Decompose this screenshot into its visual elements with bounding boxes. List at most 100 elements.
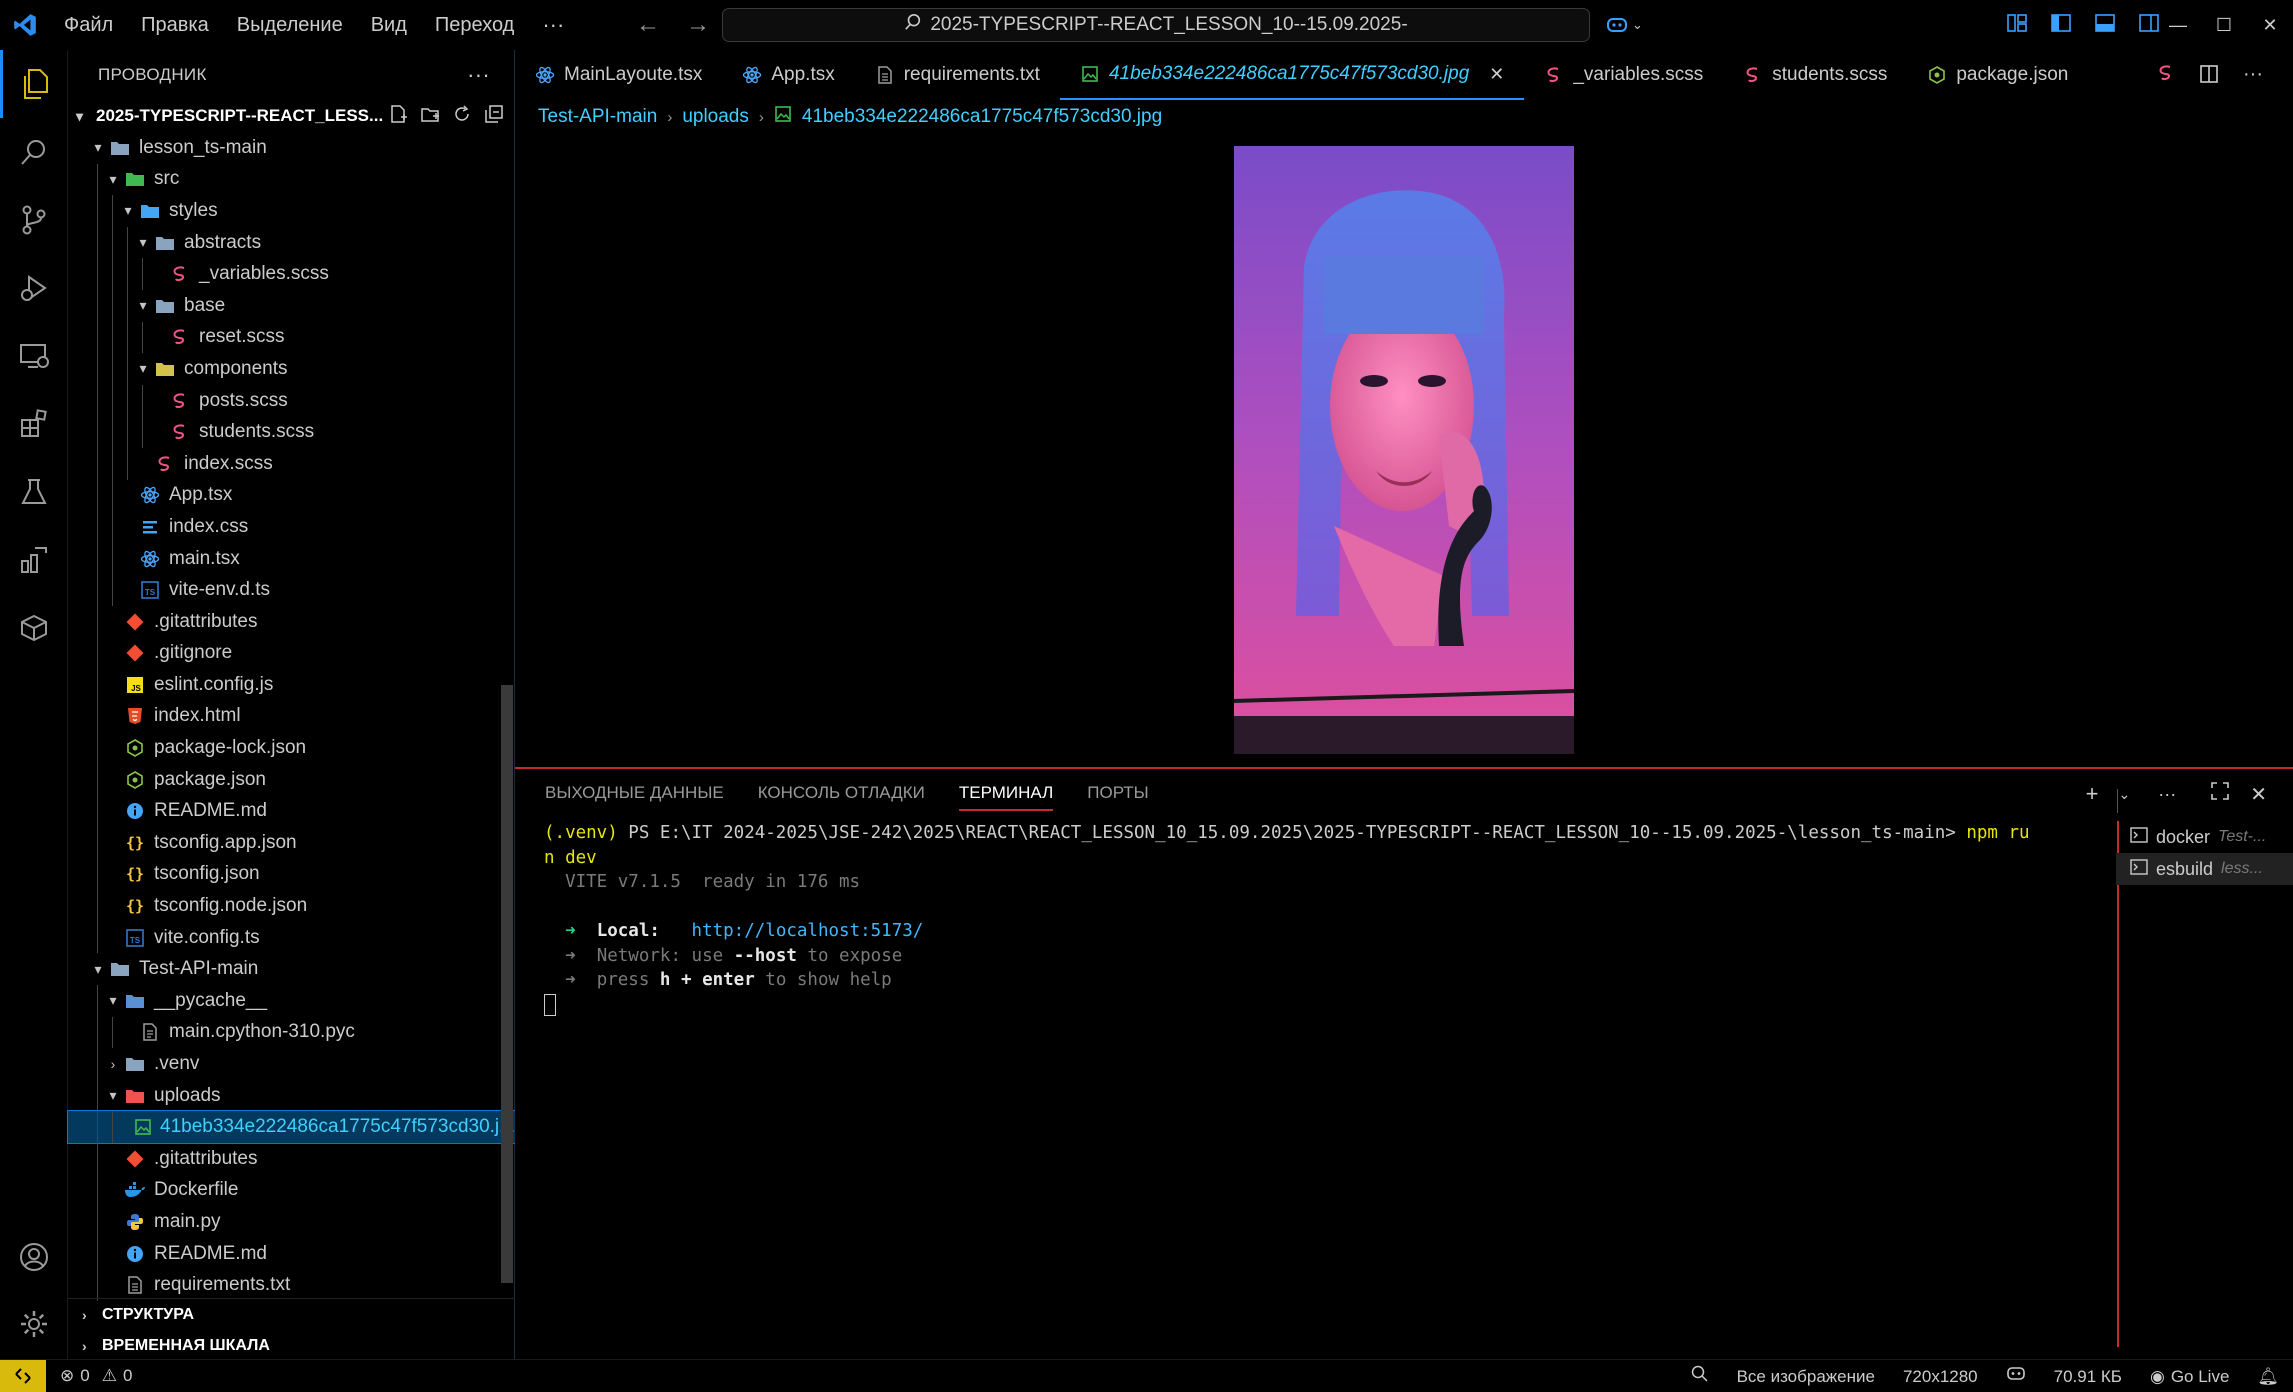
tree-file[interactable]: .gitattributes — [68, 1143, 515, 1175]
account-icon[interactable] — [0, 1223, 68, 1291]
close-icon[interactable]: ✕ — [2247, 0, 2293, 50]
problems-indicator[interactable]: ⊗ 0 ⚠ 0 — [60, 1366, 132, 1386]
maximize-panel-icon[interactable] — [2210, 781, 2230, 807]
tree-file[interactable]: _variables.scss — [68, 258, 515, 290]
tree-file[interactable]: students.scss — [68, 416, 515, 448]
editor-tab[interactable]: 41beb334e222486ca1775c47f573cd30.jpg ✕ — [1059, 50, 1525, 100]
tree-file[interactable]: index.css — [68, 511, 515, 543]
chevron-down-icon[interactable]: ⌄ — [2119, 786, 2131, 803]
menu-edit[interactable]: Правка — [127, 0, 223, 50]
tab-terminal[interactable]: ТЕРМИНАЛ — [958, 783, 1054, 811]
tree-file[interactable]: index.scss — [68, 447, 515, 480]
split-editor-icon[interactable] — [2199, 64, 2219, 90]
tree-file[interactable]: {} tsconfig.json — [68, 858, 515, 891]
sass-icon[interactable] — [2157, 64, 2175, 90]
new-file-icon[interactable] — [388, 104, 408, 124]
breadcrumb-folder[interactable]: uploads — [682, 106, 749, 128]
tree-file[interactable]: README.md — [68, 1237, 515, 1270]
tree-folder[interactable]: ▾ abstracts — [68, 226, 515, 259]
tree-folder[interactable]: ▾ styles — [68, 195, 515, 227]
breadcrumb-file[interactable]: 41beb334e222486ca1775c47f573cd30.jpg — [802, 106, 1162, 128]
source-control-icon[interactable] — [0, 186, 68, 254]
tree-folder[interactable]: ▾ lesson_ts-main — [68, 132, 515, 164]
terminal-item-esbuild[interactable]: esbuild less... — [2116, 853, 2293, 885]
tree-file[interactable]: .gitattributes — [68, 605, 515, 638]
tree-folder[interactable]: ▾ __pycache__ — [68, 985, 515, 1017]
tree-folder[interactable]: ▾ base — [68, 289, 515, 322]
terminal-local-url[interactable]: http://localhost:5173/ — [692, 921, 924, 941]
editor-tab[interactable]: MainLayoute.tsx — [515, 50, 722, 100]
testing-icon[interactable] — [0, 458, 68, 526]
collapse-all-icon[interactable] — [484, 104, 504, 124]
timeline-section[interactable]: › ВРЕМЕННАЯ ШКАЛА — [68, 1330, 515, 1362]
explorer-more-button[interactable]: ··· — [467, 62, 490, 88]
more-actions-icon[interactable]: ··· — [2158, 784, 2176, 805]
tree-file[interactable]: {} tsconfig.node.json — [68, 890, 515, 922]
terminal-output[interactable]: (.venv) PS E:\IT 2024-2025\JSE-242\2025\… — [544, 821, 2104, 1017]
tree-file[interactable]: package.json — [68, 763, 515, 796]
tree-file[interactable]: requirements.txt — [68, 1269, 515, 1301]
tree-file[interactable]: .gitignore — [68, 637, 515, 670]
tree-folder[interactable]: ▾ uploads — [68, 1079, 515, 1112]
menu-file[interactable]: Файл — [50, 0, 127, 50]
tree-file[interactable]: README.md — [68, 795, 515, 828]
tree-file[interactable]: posts.scss — [68, 384, 515, 417]
tab-debug-console[interactable]: КОНСОЛЬ ОТЛАДКИ — [758, 783, 925, 811]
editor-tab[interactable]: _variables.scss — [1524, 50, 1723, 100]
image-preview[interactable] — [1234, 146, 1574, 754]
tree-file[interactable]: package-lock.json — [68, 732, 515, 764]
charts-icon[interactable] — [0, 526, 68, 594]
menu-more-button[interactable]: ··· — [528, 12, 578, 38]
copilot-status-icon[interactable] — [2006, 1365, 2026, 1388]
tree-file[interactable]: main.cpython-310.pyc — [68, 1016, 515, 1049]
new-terminal-icon[interactable]: + — [2086, 781, 2099, 807]
customize-layout-icon[interactable] — [2006, 12, 2028, 34]
editor-tab[interactable]: requirements.txt — [855, 50, 1060, 100]
zoom-icon[interactable] — [1691, 1365, 1709, 1388]
menu-selection[interactable]: Выделение — [223, 0, 357, 50]
tree-file[interactable]: 41beb334e222486ca1775c47f573cd30.j... — [67, 1110, 516, 1144]
workspace-root[interactable]: ▾ 2025-TYPESCRIPT--REACT_LESS... — [68, 100, 514, 132]
tree-folder[interactable]: › .venv — [68, 1048, 515, 1080]
minimize-icon[interactable]: — — [2155, 0, 2201, 50]
menu-view[interactable]: Вид — [357, 0, 421, 50]
explorer-icon[interactable] — [0, 50, 68, 118]
copilot-icon[interactable]: ⌄ — [1606, 12, 1654, 38]
tree-file[interactable]: App.tsx — [68, 479, 515, 512]
zoom-label[interactable]: Все изображение — [1737, 1367, 1875, 1387]
tree-file[interactable]: Dockerfile — [68, 1174, 515, 1207]
refresh-icon[interactable] — [452, 104, 472, 124]
tab-ports[interactable]: ПОРТЫ — [1087, 783, 1148, 811]
search-icon[interactable] — [0, 118, 68, 186]
extensions-icon[interactable] — [0, 390, 68, 458]
menu-go[interactable]: Переход — [421, 0, 528, 50]
breadcrumb-folder[interactable]: Test-API-main — [538, 106, 657, 128]
chevron-down-icon[interactable]: ⌄ — [1632, 17, 1643, 33]
editor-tab[interactable]: package.json — [1907, 50, 2088, 100]
command-center-search[interactable]: 2025-TYPESCRIPT--REACT_LESSON_10--15.09.… — [722, 8, 1590, 42]
tree-file[interactable]: main.py — [68, 1206, 515, 1238]
back-arrow-icon[interactable]: ← — [636, 11, 660, 39]
close-panel-icon[interactable]: ✕ — [2250, 782, 2267, 807]
editor-tab[interactable]: App.tsx — [722, 50, 854, 100]
tree-folder[interactable]: ▾ components — [68, 353, 515, 385]
maximize-icon[interactable]: ☐ — [2201, 0, 2247, 50]
terminal-item-docker[interactable]: docker Test-... — [2116, 821, 2293, 853]
sidebar-scrollbar[interactable] — [501, 685, 513, 1283]
run-debug-icon[interactable] — [0, 254, 68, 322]
tree-file[interactable]: main.tsx — [68, 542, 515, 575]
tree-file[interactable]: TS vite-env.d.ts — [68, 574, 515, 606]
notifications-bell-icon[interactable]: 🔔︎ — [2257, 1367, 2279, 1387]
outline-section[interactable]: › СТРУКТУРА — [68, 1298, 515, 1330]
close-tab-icon[interactable]: ✕ — [1489, 64, 1504, 85]
new-folder-icon[interactable] — [420, 104, 440, 124]
containers-icon[interactable] — [0, 594, 68, 662]
tree-file[interactable]: index.html — [68, 700, 515, 733]
toggle-primary-sidebar-icon[interactable] — [2050, 12, 2072, 34]
go-live-button[interactable]: ◉ Go Live — [2150, 1367, 2229, 1387]
tree-folder[interactable]: ▾ Test-API-main — [68, 953, 515, 985]
tree-file[interactable]: reset.scss — [68, 321, 515, 354]
tree-folder[interactable]: ▾ src — [68, 163, 515, 196]
editor-tab[interactable]: students.scss — [1723, 50, 1907, 100]
more-actions-icon[interactable]: ··· — [2243, 64, 2263, 90]
